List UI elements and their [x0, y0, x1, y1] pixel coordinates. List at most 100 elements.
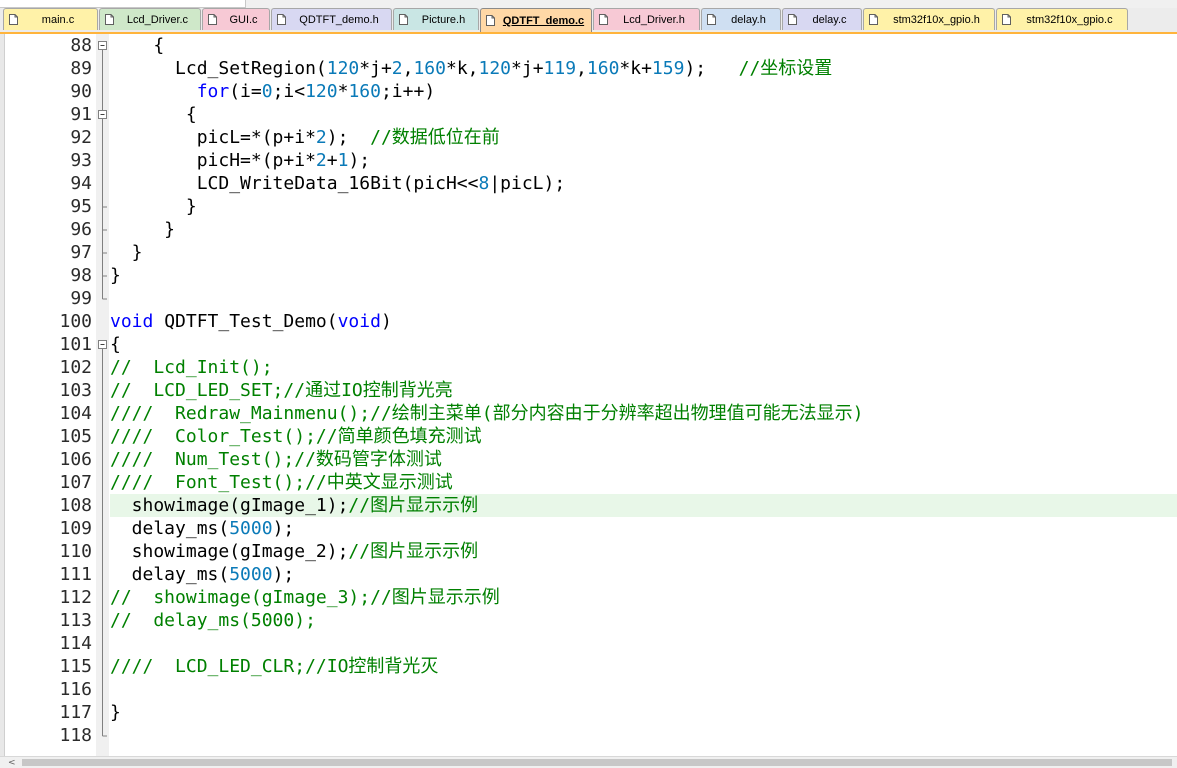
code-line[interactable]: 97 }: [0, 241, 1177, 264]
code-text[interactable]: {: [110, 34, 1177, 57]
line-number: 109: [59, 518, 92, 539]
code-text[interactable]: //// Color_Test();//简单颜色填充测试: [110, 425, 1177, 448]
code-line[interactable]: 118: [0, 724, 1177, 747]
fold-toggle-icon[interactable]: [96, 333, 109, 356]
code-text[interactable]: [110, 724, 1177, 747]
code-line[interactable]: 110 showimage(gImage_2);//图片显示示例: [0, 540, 1177, 563]
code-line[interactable]: 106 //// Num_Test();//数码管字体测试: [0, 448, 1177, 471]
code-line[interactable]: 108 showimage(gImage_1);//图片显示示例: [0, 494, 1177, 517]
code-text[interactable]: showimage(gImage_1);//图片显示示例: [110, 494, 1177, 517]
number-token: 120: [478, 58, 512, 79]
code-line[interactable]: 88 {: [0, 34, 1177, 57]
line-number: 106: [59, 449, 92, 470]
tab-qdtft-demo-h[interactable]: QDTFT_demo.h: [271, 8, 392, 30]
fold-line: [102, 471, 103, 494]
code-text[interactable]: Lcd_SetRegion(120*j+2,160*k,120*j+119,16…: [110, 57, 1177, 80]
code-editor[interactable]: 88 {89 Lcd_SetRegion(120*j+2,160*k,120*j…: [0, 34, 1177, 756]
line-number: 100: [59, 311, 92, 332]
code-text[interactable]: //// Num_Test();//数码管字体测试: [110, 448, 1177, 471]
code-line[interactable]: 91 {: [0, 103, 1177, 126]
code-text[interactable]: }: [110, 195, 1177, 218]
code-token: }: [110, 196, 197, 217]
tab-delay-h[interactable]: delay.h: [701, 8, 781, 30]
code-text[interactable]: }: [110, 218, 1177, 241]
tab-main-c[interactable]: main.c: [3, 8, 98, 30]
code-line[interactable]: 115 //// LCD_LED_CLR;//IO控制背光灭: [0, 655, 1177, 678]
code-line[interactable]: 100 void QDTFT_Test_Demo(void): [0, 310, 1177, 333]
code-line[interactable]: 96 }: [0, 218, 1177, 241]
tab-stm32f10x-gpio-h[interactable]: stm32f10x_gpio.h: [863, 8, 995, 30]
fold-line: [102, 632, 103, 655]
code-text[interactable]: [110, 678, 1177, 701]
line-number: 103: [59, 380, 92, 401]
code-text[interactable]: delay_ms(5000);: [110, 563, 1177, 586]
fold-line: [102, 149, 103, 172]
code-text[interactable]: //// Font_Test();//中英文显示测试: [110, 471, 1177, 494]
code-text[interactable]: // showimage(gImage_3);//图片显示示例: [110, 586, 1177, 609]
tab-lcd-driver-h[interactable]: Lcd_Driver.h: [593, 8, 700, 30]
code-line[interactable]: 109 delay_ms(5000);: [0, 517, 1177, 540]
line-number: 90: [70, 81, 92, 102]
code-text[interactable]: [110, 632, 1177, 655]
file-icon: [788, 14, 797, 25]
tab-gui-c[interactable]: GUI.c: [202, 8, 270, 30]
tab-picture-h[interactable]: Picture.h: [393, 8, 479, 30]
code-line[interactable]: 117}: [0, 701, 1177, 724]
tab-qdtft-demo-c[interactable]: QDTFT_demo.c: [480, 8, 592, 32]
code-line[interactable]: 113 // delay_ms(5000);: [0, 609, 1177, 632]
code-text[interactable]: {: [110, 333, 1177, 356]
code-text[interactable]: }: [110, 241, 1177, 264]
code-text[interactable]: // Lcd_Init();: [110, 356, 1177, 379]
code-line[interactable]: 103 // LCD_LED_SET;//通过IO控制背光亮: [0, 379, 1177, 402]
code-line[interactable]: 112 // showimage(gImage_3);//图片显示示例: [0, 586, 1177, 609]
code-text[interactable]: }: [110, 701, 1177, 724]
code-token: |picL);: [489, 173, 566, 194]
horizontal-scrollbar[interactable]: <: [0, 756, 1177, 768]
code-text[interactable]: LCD_WriteData_16Bit(picH<<8|picL);: [110, 172, 1177, 195]
comment-token: //// LCD_LED_CLR;//IO控制背光灭: [110, 656, 439, 677]
code-line[interactable]: 107 //// Font_Test();//中英文显示测试: [0, 471, 1177, 494]
code-line[interactable]: 116: [0, 678, 1177, 701]
file-icon: [707, 14, 716, 25]
scrollbar-thumb[interactable]: [22, 759, 1172, 766]
tab-delay-c[interactable]: delay.c: [782, 8, 862, 30]
code-text[interactable]: delay_ms(5000);: [110, 517, 1177, 540]
code-line[interactable]: 92 picL=*(p+i*2); //数据低位在前: [0, 126, 1177, 149]
tab-stm32f10x-gpio-c[interactable]: stm32f10x_gpio.c: [996, 8, 1128, 30]
code-text[interactable]: {: [110, 103, 1177, 126]
code-line[interactable]: 105 //// Color_Test();//简单颜色填充测试: [0, 425, 1177, 448]
fold-line: [102, 586, 103, 609]
code-line[interactable]: 90 for(i=0;i<120*160;i++): [0, 80, 1177, 103]
code-line[interactable]: 89 Lcd_SetRegion(120*j+2,160*k,120*j+119…: [0, 57, 1177, 80]
code-text[interactable]: //// LCD_LED_CLR;//IO控制背光灭: [110, 655, 1177, 678]
code-text[interactable]: void QDTFT_Test_Demo(void): [110, 310, 1177, 333]
tab-lcd-driver-c[interactable]: Lcd_Driver.c: [99, 8, 201, 30]
code-line[interactable]: 94 LCD_WriteData_16Bit(picH<<8|picL);: [0, 172, 1177, 195]
code-line[interactable]: 95 }: [0, 195, 1177, 218]
fold-toggle-icon[interactable]: [96, 34, 109, 57]
line-number: 95: [70, 196, 92, 217]
code-text[interactable]: //// Redraw_Mainmenu();//绘制主菜单(部分内容由于分辨率…: [110, 402, 1177, 425]
code-line[interactable]: 102 // Lcd_Init();: [0, 356, 1177, 379]
code-text[interactable]: // LCD_LED_SET;//通过IO控制背光亮: [110, 379, 1177, 402]
code-token: {: [110, 35, 165, 56]
line-number: 117: [59, 702, 92, 723]
code-line[interactable]: 99: [0, 287, 1177, 310]
code-text[interactable]: [110, 287, 1177, 310]
code-text[interactable]: // delay_ms(5000);: [110, 609, 1177, 632]
code-line[interactable]: 114: [0, 632, 1177, 655]
code-line[interactable]: 104 //// Redraw_Mainmenu();//绘制主菜单(部分内容由于…: [0, 402, 1177, 425]
fold-toggle-icon[interactable]: [96, 103, 109, 126]
code-line[interactable]: 111 delay_ms(5000);: [0, 563, 1177, 586]
code-text[interactable]: showimage(gImage_2);//图片显示示例: [110, 540, 1177, 563]
code-line[interactable]: 93 picH=*(p+i*2+1);: [0, 149, 1177, 172]
fold-line: [102, 356, 103, 379]
code-line[interactable]: 101 {: [0, 333, 1177, 356]
code-text[interactable]: picL=*(p+i*2); //数据低位在前: [110, 126, 1177, 149]
code-text[interactable]: picH=*(p+i*2+1);: [110, 149, 1177, 172]
code-line[interactable]: 98}: [0, 264, 1177, 287]
code-token: {: [110, 334, 121, 355]
code-text[interactable]: }: [110, 264, 1177, 287]
code-text[interactable]: for(i=0;i<120*160;i++): [110, 80, 1177, 103]
